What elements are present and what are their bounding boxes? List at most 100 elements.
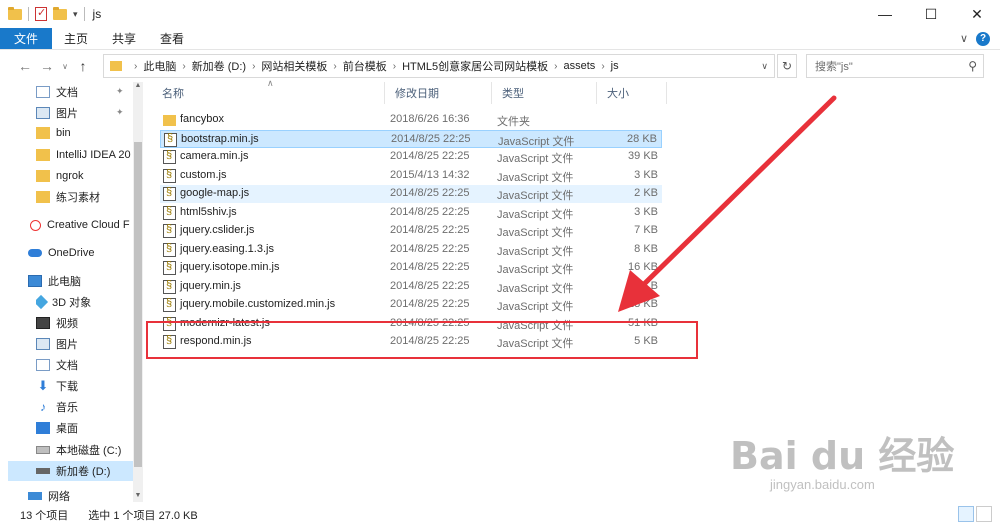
file-type: JavaScript 文件 bbox=[497, 301, 574, 313]
back-arrow-icon[interactable]: ← bbox=[14, 55, 36, 77]
window-title: js bbox=[92, 7, 102, 21]
address-bar[interactable]: › 此电脑 › 新加卷 (D:) › 网站相关模板 › 前台模板 › HTML5… bbox=[103, 54, 775, 78]
sidebar-item-drive-c[interactable]: 本地磁盘 (C:) bbox=[36, 440, 145, 460]
sidebar-item-label: 图片 bbox=[56, 339, 78, 351]
scroll-down-arrow-icon[interactable]: ▼ bbox=[133, 492, 143, 502]
tab-share[interactable]: 共享 bbox=[100, 28, 148, 49]
sidebar-item-ngrok[interactable]: ngrok bbox=[36, 166, 145, 186]
onedrive-icon bbox=[28, 249, 42, 257]
column-header-type[interactable]: 类型 bbox=[492, 82, 597, 104]
file-row[interactable]: fancybox 2018/6/26 16:36 文件夹 bbox=[160, 111, 662, 129]
sidebar-item-bin[interactable]: bin bbox=[36, 123, 145, 143]
file-row[interactable]: jquery.easing.1.3.js 2014/8/25 22:25 JavaS… bbox=[160, 241, 662, 259]
status-selection: 选中 1 个项目 27.0 KB bbox=[88, 510, 198, 522]
file-modified-date: 2018/6/26 16:36 bbox=[390, 113, 470, 125]
sidebar-item-intellij[interactable]: IntelliJ IDEA 20 bbox=[36, 145, 132, 165]
maximize-button[interactable]: ☐ bbox=[908, 0, 954, 28]
javascript-file-icon bbox=[163, 149, 176, 164]
sidebar-item-downloads[interactable]: ⬇ 下载 bbox=[36, 376, 145, 396]
breadcrumb-drive-d[interactable]: 新加卷 (D:) bbox=[192, 58, 246, 74]
sidebar-item-pictures[interactable]: 图片 bbox=[36, 334, 145, 354]
sidebar-item-onedrive[interactable]: OneDrive bbox=[28, 243, 145, 263]
breadcrumb-website-templates[interactable]: 网站相关模板 bbox=[261, 58, 327, 74]
breadcrumb-assets[interactable]: assets bbox=[564, 60, 596, 72]
file-size: 8 KB bbox=[634, 242, 658, 255]
tab-view[interactable]: 查看 bbox=[148, 28, 196, 49]
breadcrumb-frontend-templates[interactable]: 前台模板 bbox=[343, 58, 387, 74]
tab-home[interactable]: 主页 bbox=[52, 28, 100, 49]
scroll-up-arrow-icon[interactable]: ▲ bbox=[133, 82, 143, 92]
folder-icon bbox=[163, 115, 176, 126]
sidebar-item-pictures-pinned[interactable]: 图片 bbox=[36, 103, 145, 123]
file-size: 13 KB bbox=[628, 298, 658, 310]
sidebar-item-3d-objects[interactable]: 3D 对象 bbox=[36, 292, 145, 312]
search-icon: ⚲ bbox=[968, 59, 977, 73]
file-row[interactable]: jquery.mobile.customized.min.js 2014/8/25… bbox=[160, 296, 662, 314]
sidebar-item-creative-cloud[interactable]: Creative Cloud F bbox=[30, 215, 132, 235]
refresh-icon[interactable]: ↻ bbox=[777, 54, 797, 78]
large-icons-view-icon[interactable] bbox=[976, 506, 992, 522]
window-controls: — ☐ ✕ bbox=[862, 0, 1000, 28]
new-folder-icon[interactable] bbox=[53, 6, 67, 20]
column-header-name[interactable]: 名称 bbox=[152, 82, 385, 104]
forward-arrow-icon[interactable]: → bbox=[36, 55, 58, 77]
file-row[interactable]: jquery.cslider.js 2014/8/25 22:25 JavaScri… bbox=[160, 222, 662, 240]
file-type: JavaScript 文件 bbox=[497, 208, 574, 221]
sidebar-item-drive-d[interactable]: 新加卷 (D:) bbox=[8, 461, 133, 481]
divider bbox=[28, 7, 29, 21]
recent-locations-chevron-icon[interactable]: ∨ bbox=[58, 55, 72, 77]
column-header-size[interactable]: 大小 bbox=[597, 82, 667, 104]
sidebar-item-label: 练习素材 bbox=[56, 192, 100, 204]
search-input[interactable]: 搜索"js" ⚲ bbox=[806, 54, 984, 78]
expand-ribbon-chevron-icon[interactable]: ∨ bbox=[960, 32, 968, 45]
properties-icon[interactable] bbox=[35, 6, 47, 21]
file-modified-date: 2014/8/25 22:25 bbox=[391, 132, 471, 145]
sidebar-item-documents[interactable]: 文档 bbox=[36, 355, 145, 375]
file-row[interactable]: custom.js 2015/4/13 14:32 JavaScript 文件 3 K… bbox=[160, 167, 662, 185]
scrollbar-thumb[interactable] bbox=[134, 142, 142, 467]
desktop-icon bbox=[36, 422, 50, 434]
breadcrumb-js[interactable]: js bbox=[611, 60, 619, 72]
javascript-file-icon bbox=[163, 242, 176, 257]
file-row[interactable]: jquery.min.js 2014/8/25 22:25 JavaScript 文… bbox=[160, 278, 662, 296]
sidebar-item-music[interactable]: ♪ 音乐 bbox=[36, 397, 145, 417]
folder-icon bbox=[36, 191, 50, 203]
file-row[interactable]: google-map.js 2014/8/25 22:25 JavaScript 文… bbox=[160, 185, 662, 203]
sidebar-item-documents-pinned[interactable]: 文档 bbox=[36, 82, 145, 102]
status-item-count: 13 个项目 bbox=[20, 510, 69, 522]
breadcrumb-this-pc[interactable]: 此电脑 bbox=[143, 58, 176, 74]
sidebar-item-network[interactable]: 网络 bbox=[28, 489, 145, 502]
tab-file[interactable]: 文件 bbox=[0, 28, 53, 49]
minimize-button[interactable]: — bbox=[862, 0, 908, 28]
file-row[interactable]: jquery.isotope.min.js 2014/8/25 22:25 Java… bbox=[160, 259, 662, 277]
help-icon[interactable]: ? bbox=[976, 31, 990, 46]
file-name: camera.min.js bbox=[180, 150, 249, 162]
file-type: JavaScript 文件 bbox=[498, 135, 575, 148]
javascript-file-icon bbox=[163, 279, 176, 294]
javascript-file-icon bbox=[163, 168, 176, 183]
breadcrumb-chevron-icon: › bbox=[134, 60, 138, 72]
sidebar-scrollbar[interactable]: ▲ ▼ bbox=[133, 82, 143, 502]
details-view-icon[interactable] bbox=[958, 506, 974, 522]
file-row[interactable]: html5shiv.js 2014/8/25 22:25 JavaScript 文件… bbox=[160, 204, 662, 222]
file-size: 28 KB bbox=[627, 132, 657, 145]
sidebar-item-desktop[interactable]: 桌面 bbox=[36, 418, 145, 438]
column-header-modified[interactable]: 修改日期 bbox=[385, 82, 492, 104]
sidebar-item-videos[interactable]: 视频 bbox=[36, 313, 145, 333]
address-dropdown-icon[interactable]: ∨ bbox=[761, 61, 768, 72]
title-bar: ▾ js — ☐ ✕ bbox=[0, 0, 1000, 28]
file-type: JavaScript 文件 bbox=[497, 190, 574, 202]
customize-toolbar-dropdown-icon[interactable]: ▾ bbox=[73, 9, 78, 20]
file-type: JavaScript 文件 bbox=[497, 282, 574, 295]
sidebar-item-this-pc[interactable]: 此电脑 bbox=[28, 271, 145, 291]
sidebar-item-practice-materials[interactable]: 练习素材 bbox=[36, 187, 145, 207]
sidebar-item-label: 文档 bbox=[56, 360, 78, 372]
file-modified-date: 2014/8/25 22:25 bbox=[390, 205, 470, 218]
close-button[interactable]: ✕ bbox=[954, 0, 1000, 28]
breadcrumb-html5-template[interactable]: HTML5创意家居公司网站模板 bbox=[402, 58, 548, 74]
file-name: fancybox bbox=[180, 113, 225, 125]
file-row[interactable]: camera.min.js 2014/8/25 22:25 JavaScript 文… bbox=[160, 148, 662, 166]
up-arrow-icon[interactable]: ↑ bbox=[72, 55, 94, 77]
file-row[interactable]: bootstrap.min.js 2014/8/25 22:25 JavaScrip… bbox=[160, 129, 662, 148]
navigation-row: ← → ∨ ↑ › 此电脑 › 新加卷 (D:) › 网站相关模板 › 前台模板… bbox=[0, 51, 1000, 81]
